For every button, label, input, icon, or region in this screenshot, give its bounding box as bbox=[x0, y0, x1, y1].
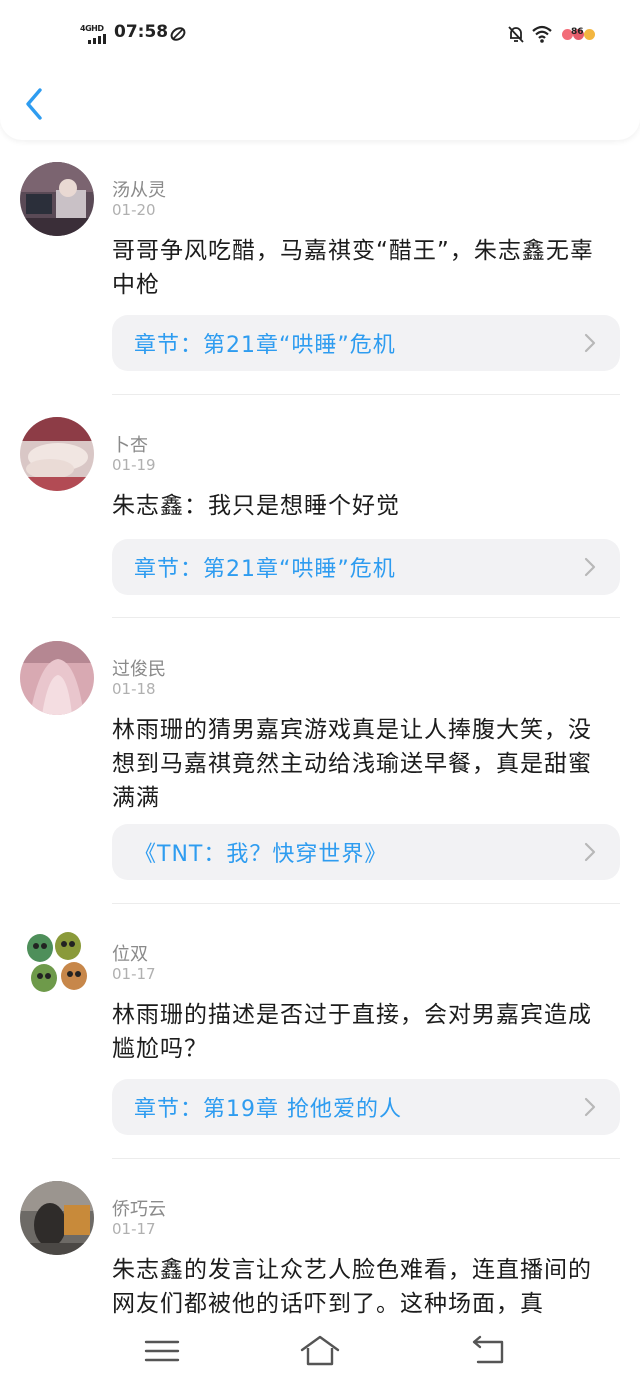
comment-date: 01-20 bbox=[112, 201, 156, 219]
user-avatar[interactable] bbox=[20, 641, 94, 715]
status-bar: 4GHD 07:58 86 bbox=[0, 18, 640, 52]
chevron-right-icon bbox=[584, 557, 596, 577]
chevron-left-icon bbox=[26, 88, 42, 120]
network-indicator: 4GHD bbox=[80, 24, 110, 46]
comment-date: 01-19 bbox=[112, 456, 156, 474]
chapter-link[interactable]: 章节：第21章“哄睡”危机 bbox=[112, 539, 620, 595]
username[interactable]: 过俊民 bbox=[112, 655, 166, 681]
divider bbox=[112, 1158, 620, 1159]
username[interactable]: 侨巧云 bbox=[112, 1195, 166, 1221]
wifi-icon bbox=[532, 25, 552, 43]
status-time: 07:58 bbox=[114, 22, 169, 42]
comment-date: 01-17 bbox=[112, 1220, 156, 1238]
chevron-right-icon bbox=[584, 1097, 596, 1117]
user-avatar[interactable] bbox=[20, 1181, 94, 1255]
battery-icon: 86 bbox=[560, 26, 604, 42]
divider bbox=[112, 617, 620, 618]
chapter-label: 章节：第21章“哄睡”危机 bbox=[134, 333, 396, 358]
divider bbox=[112, 394, 620, 395]
back-button[interactable] bbox=[22, 84, 48, 124]
comment-text: 朱志鑫的发言让众艺人脸色难看，连直播间的网友们都被他的话吓到了。这种场面，真 bbox=[112, 1257, 592, 1317]
chapter-link[interactable]: 章节：第21章“哄睡”危机 bbox=[112, 315, 620, 371]
user-avatar[interactable] bbox=[20, 417, 94, 491]
username[interactable]: 卜杏 bbox=[112, 431, 148, 457]
comment-text: 林雨珊的猜男嘉宾游戏真是让人捧腹大笑，没想到马嘉祺竟然主动给浅瑜送早餐，真是甜蜜… bbox=[112, 717, 592, 811]
comment-text: 林雨珊的描述是否过于直接，会对男嘉宾造成尴尬吗？ bbox=[112, 1002, 592, 1062]
back-icon[interactable] bbox=[466, 1334, 510, 1368]
chevron-right-icon bbox=[584, 333, 596, 353]
signal-icon bbox=[88, 34, 106, 44]
network-label: 4GHD bbox=[80, 24, 104, 33]
leaf-icon bbox=[170, 27, 186, 41]
novel-link[interactable]: 《TNT：我？快穿世界》 bbox=[112, 824, 620, 880]
user-avatar[interactable] bbox=[20, 162, 94, 236]
comment-date: 01-18 bbox=[112, 680, 156, 698]
chevron-right-icon bbox=[584, 842, 596, 862]
comment-date: 01-17 bbox=[112, 965, 156, 983]
home-icon[interactable] bbox=[298, 1334, 342, 1368]
novel-label: 《TNT：我？快穿世界》 bbox=[134, 842, 388, 867]
comment-text: 哥哥争风吃醋，马嘉祺变“醋王”，朱志鑫无辜中枪 bbox=[112, 238, 594, 298]
system-nav-bar bbox=[0, 1316, 640, 1387]
battery-level: 86 bbox=[571, 27, 584, 37]
comment-text: 朱志鑫：我只是想睡个好觉 bbox=[112, 493, 400, 519]
menu-icon[interactable] bbox=[140, 1334, 184, 1368]
chapter-label: 章节：第19章 抢他爱的人 bbox=[134, 1097, 402, 1122]
username[interactable]: 汤从灵 bbox=[112, 176, 166, 202]
chapter-link[interactable]: 章节：第19章 抢他爱的人 bbox=[112, 1079, 620, 1135]
header-bar: 4GHD 07:58 86 bbox=[0, 0, 640, 140]
chapter-label: 章节：第21章“哄睡”危机 bbox=[134, 557, 396, 582]
mute-icon bbox=[508, 26, 524, 43]
user-avatar[interactable] bbox=[20, 926, 94, 1000]
divider bbox=[112, 903, 620, 904]
comment-list-screen: 4GHD 07:58 86 汤从灵 01-20 哥哥争风吃醋，马嘉祺变“醋王”，… bbox=[0, 0, 640, 1387]
username[interactable]: 位双 bbox=[112, 940, 148, 966]
